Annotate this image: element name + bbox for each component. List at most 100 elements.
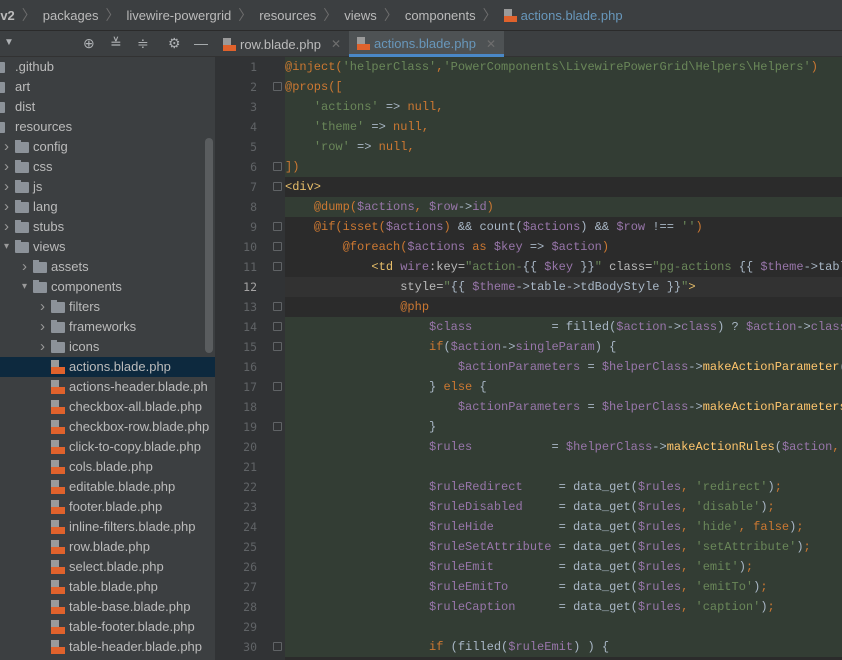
chevron-right-icon[interactable]: ›: [40, 337, 45, 357]
code-token: if: [429, 340, 444, 354]
fold-marker-icon[interactable]: [273, 242, 282, 251]
tree-folder-item[interactable]: › js: [0, 177, 215, 197]
tab-actions-blade-php[interactable]: actions.blade.php ✕: [349, 31, 504, 57]
fold-marker-icon[interactable]: [273, 182, 282, 191]
code-token: ): [767, 480, 775, 494]
tree-file-item[interactable]: cols.blade.php: [0, 457, 215, 477]
code-token: $rules: [637, 520, 682, 534]
fold-marker-icon[interactable]: [273, 342, 282, 351]
code-line: 'theme' => null,: [285, 117, 842, 137]
breadcrumb-item[interactable]: packages: [43, 8, 99, 23]
tree-folder-item[interactable]: ▾ components: [0, 277, 215, 297]
breadcrumb-item[interactable]: components: [405, 8, 476, 23]
chevron-down-icon[interactable]: ▾: [22, 277, 27, 297]
breadcrumb-item[interactable]: resources: [259, 8, 316, 23]
minimize-icon[interactable]: —: [194, 35, 208, 51]
tree-folder-item[interactable]: › icons: [0, 337, 215, 357]
breadcrumb-label: packages: [42, 7, 99, 23]
expand-all-icon[interactable]: ≚: [110, 35, 122, 52]
chevron-right-icon[interactable]: ›: [40, 317, 45, 337]
tree-item-label: frameworks: [69, 319, 137, 334]
gear-icon[interactable]: ⚙: [168, 35, 181, 52]
tree-file-item[interactable]: footer.blade.php: [0, 497, 215, 517]
code-token: = data_get(: [551, 540, 638, 554]
close-icon[interactable]: ✕: [486, 37, 496, 51]
fold-marker-icon[interactable]: [273, 82, 282, 91]
folder-icon: [15, 240, 29, 253]
tree-file-item[interactable]: table-footer.blade.php: [0, 617, 215, 637]
chevron-right-icon[interactable]: ›: [40, 297, 45, 317]
breadcrumb-item[interactable]: -v2: [0, 8, 15, 23]
fold-marker-icon[interactable]: [273, 642, 282, 651]
code-token: wire: [400, 260, 430, 274]
chevron-right-icon[interactable]: ›: [4, 217, 9, 237]
tree-folder-item[interactable]: ›art: [0, 77, 215, 97]
tree-folder-item[interactable]: ▾resources: [0, 117, 215, 137]
fold-marker-icon[interactable]: [273, 302, 282, 311]
code-token: $rules: [637, 540, 682, 554]
tree-file-item[interactable]: row.blade.php: [0, 537, 215, 557]
editor-gutter: 1 2 3 4 5 6 7 8 9 10 11 12 13 14 15 16 17 18 19 20 21 22 23 24 2…: [215, 57, 303, 660]
close-icon[interactable]: ✕: [331, 37, 341, 51]
code-token: $row: [616, 220, 646, 234]
fold-marker-icon[interactable]: [273, 162, 282, 171]
locate-icon[interactable]: ⊕: [83, 35, 95, 52]
chevron-right-icon[interactable]: ›: [4, 177, 9, 197]
tree-folder-item[interactable]: › filters: [0, 297, 215, 317]
view-dropdown-icon[interactable]: ▼: [4, 37, 14, 48]
folder-icon: [0, 82, 5, 93]
tree-file-item[interactable]: click-to-copy.blade.php: [0, 437, 215, 457]
chevron-right-icon[interactable]: ›: [4, 157, 9, 177]
tree-file-item[interactable]: select.blade.php: [0, 557, 215, 577]
code-line: ]): [285, 157, 842, 177]
tree-folder-item[interactable]: › config: [0, 137, 215, 157]
tree-folder-item[interactable]: › stubs: [0, 217, 215, 237]
tree-folder-item[interactable]: › assets: [0, 257, 215, 277]
tree-folder-item[interactable]: › frameworks: [0, 317, 215, 337]
tree-folder-item[interactable]: › lang: [0, 197, 215, 217]
code-token: ): [486, 200, 494, 214]
code-token: ,: [681, 520, 696, 534]
tree-file-item[interactable]: actions-header.blade.ph: [0, 377, 215, 397]
chevron-right-icon[interactable]: ›: [4, 197, 9, 217]
code-token: ): [760, 500, 768, 514]
code-token: ;: [767, 500, 775, 514]
tree-file-item[interactable]: editable.blade.php: [0, 477, 215, 497]
chevron-right-icon[interactable]: ›: [22, 257, 27, 277]
code-token: ): [738, 560, 746, 574]
tree-file-item[interactable]: inline-filters.blade.php: [0, 517, 215, 537]
fold-marker-icon[interactable]: [273, 262, 282, 271]
chevron-right-icon[interactable]: ›: [4, 137, 9, 157]
breadcrumb-item[interactable]: views: [344, 8, 377, 23]
breadcrumb-item[interactable]: actions.blade.php: [503, 8, 623, 23]
code-token: ->: [688, 360, 703, 374]
tree-file-item[interactable]: table-header.blade.php: [0, 637, 215, 657]
tree-file-item[interactable]: checkbox-all.blade.php: [0, 397, 215, 417]
fold-marker-icon[interactable]: [273, 422, 282, 431]
tree-scrollbar[interactable]: [205, 138, 213, 353]
code-token: ;: [796, 520, 804, 534]
fold-marker-icon[interactable]: [273, 382, 282, 391]
code-token: $class: [429, 320, 473, 334]
code-line: if (filled($ruleEmit) ) {: [285, 637, 842, 657]
code-editor[interactable]: @inject('helperClass', 'PowerComponents\L…: [285, 57, 842, 660]
tree-folder-item[interactable]: ›.github: [0, 57, 215, 77]
fold-marker-icon[interactable]: [273, 322, 282, 331]
code-token: ->: [688, 400, 703, 414]
chevron-down-icon[interactable]: ▾: [4, 237, 9, 257]
collapse-all-icon[interactable]: ≑: [137, 35, 149, 52]
code-token: $rules: [637, 560, 682, 574]
code-token: ) ?: [717, 320, 746, 334]
tree-file-item[interactable]: table-base.blade.php: [0, 597, 215, 617]
fold-marker-icon[interactable]: [273, 222, 282, 231]
line-number: 16: [243, 360, 257, 374]
breadcrumb-label: components: [404, 7, 476, 23]
tree-file-item[interactable]: checkbox-row.blade.php: [0, 417, 215, 437]
tree-folder-item[interactable]: ›dist: [0, 97, 215, 117]
tree-file-item[interactable]: table.blade.php: [0, 577, 215, 597]
tree-folder-item[interactable]: ▾ views: [0, 237, 215, 257]
tree-folder-item[interactable]: › css: [0, 157, 215, 177]
tree-file-item[interactable]: actions.blade.php: [0, 357, 215, 377]
breadcrumb-item[interactable]: livewire-powergrid: [126, 8, 231, 23]
tab-row-blade-php[interactable]: row.blade.php ✕: [215, 31, 349, 57]
